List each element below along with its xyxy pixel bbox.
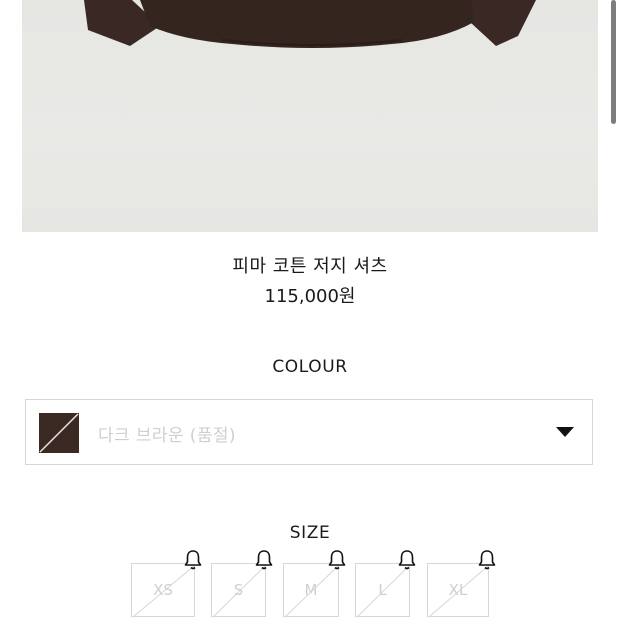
colour-swatch xyxy=(39,413,79,453)
bell-icon[interactable] xyxy=(478,549,496,571)
size-heading: SIZE xyxy=(289,523,331,543)
bell-icon[interactable] xyxy=(184,549,202,571)
size-option-xl[interactable]: XL xyxy=(427,563,490,618)
bell-icon[interactable] xyxy=(398,549,416,571)
size-label: S xyxy=(233,581,244,599)
bell-icon[interactable] xyxy=(328,549,346,571)
size-option-xs[interactable]: XS xyxy=(131,563,196,618)
product-price: 115,000원 xyxy=(264,286,356,307)
size-option-l[interactable]: L xyxy=(355,563,411,618)
product-detail-page: 피마 코튼 저지 셔츠 115,000원 COLOUR 다크 브라운 (품절) … xyxy=(0,0,620,620)
scrollbar[interactable] xyxy=(611,0,616,124)
size-option-m[interactable]: M xyxy=(283,563,340,618)
product-title: 피마 코튼 저지 셔츠 xyxy=(232,256,388,277)
bell-icon[interactable] xyxy=(255,549,273,571)
size-label: M xyxy=(304,581,318,599)
shirt-illustration xyxy=(84,0,536,48)
product-image[interactable] xyxy=(22,0,598,232)
size-option-s[interactable]: S xyxy=(211,563,267,618)
chevron-down-icon[interactable] xyxy=(556,427,574,437)
size-label: XS xyxy=(153,581,173,599)
size-label: L xyxy=(378,581,387,599)
colour-heading: COLOUR xyxy=(272,357,348,377)
selected-colour: 다크 브라운 (품절) xyxy=(98,426,236,446)
colour-dropdown[interactable]: 다크 브라운 (품절) xyxy=(25,399,593,465)
size-label: XL xyxy=(448,581,468,599)
